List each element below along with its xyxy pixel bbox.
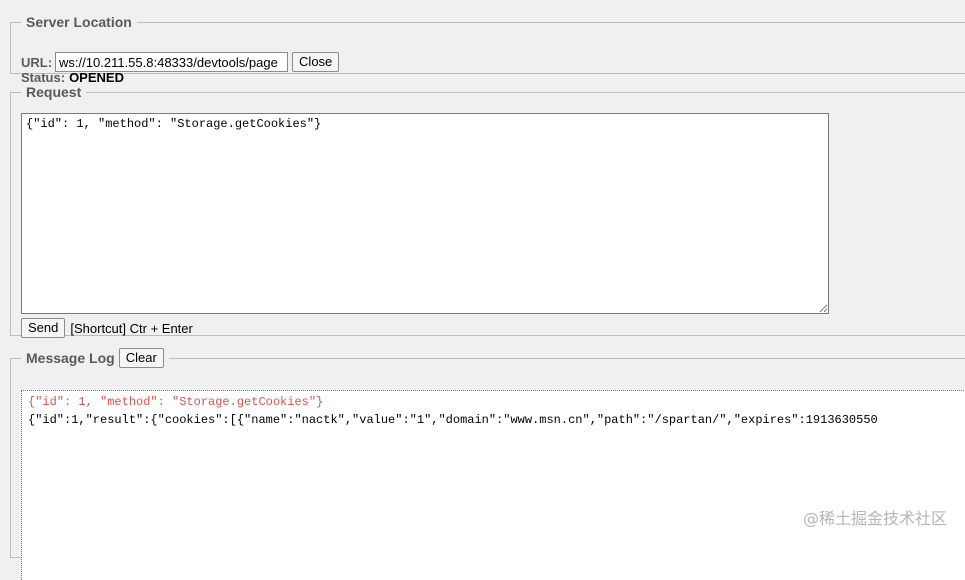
- message-log-legend: Message Log Clear: [21, 348, 169, 368]
- request-textarea[interactable]: {"id": 1, "method": "Storage.getCookies"…: [21, 113, 829, 314]
- watermark: @稀土掘金技术社区: [802, 509, 947, 528]
- server-location-panel: Server Location URL: Close Status: OPENE…: [10, 14, 965, 85]
- send-button[interactable]: Send: [21, 318, 66, 338]
- clear-button[interactable]: Clear: [118, 348, 164, 368]
- log-entry-received: {"id":1,"result":{"cookies":[{"name":"na…: [28, 413, 878, 427]
- status-label: Status:: [21, 70, 66, 85]
- shortcut-hint: [Shortcut] Ctr + Enter: [70, 320, 193, 336]
- status-value: OPENED: [69, 70, 124, 85]
- url-input[interactable]: [55, 52, 289, 72]
- status-row: Status: OPENED: [21, 70, 124, 85]
- close-button[interactable]: Close: [292, 52, 340, 72]
- url-row: URL: Close: [21, 52, 340, 72]
- log-entry-sent: {"id": 1, "method": "Storage.getCookies"…: [28, 395, 324, 409]
- request-legend: Request: [26, 84, 82, 100]
- server-location-legend: Server Location: [26, 14, 132, 30]
- message-log-title: Message Log: [26, 350, 115, 366]
- send-row: Send [Shortcut] Ctr + Enter: [21, 318, 193, 338]
- message-log-output[interactable]: {"id": 1, "method": "Storage.getCookies"…: [21, 390, 965, 580]
- url-label: URL:: [21, 54, 53, 70]
- request-panel: Request {"id": 1, "method": "Storage.get…: [10, 84, 965, 338]
